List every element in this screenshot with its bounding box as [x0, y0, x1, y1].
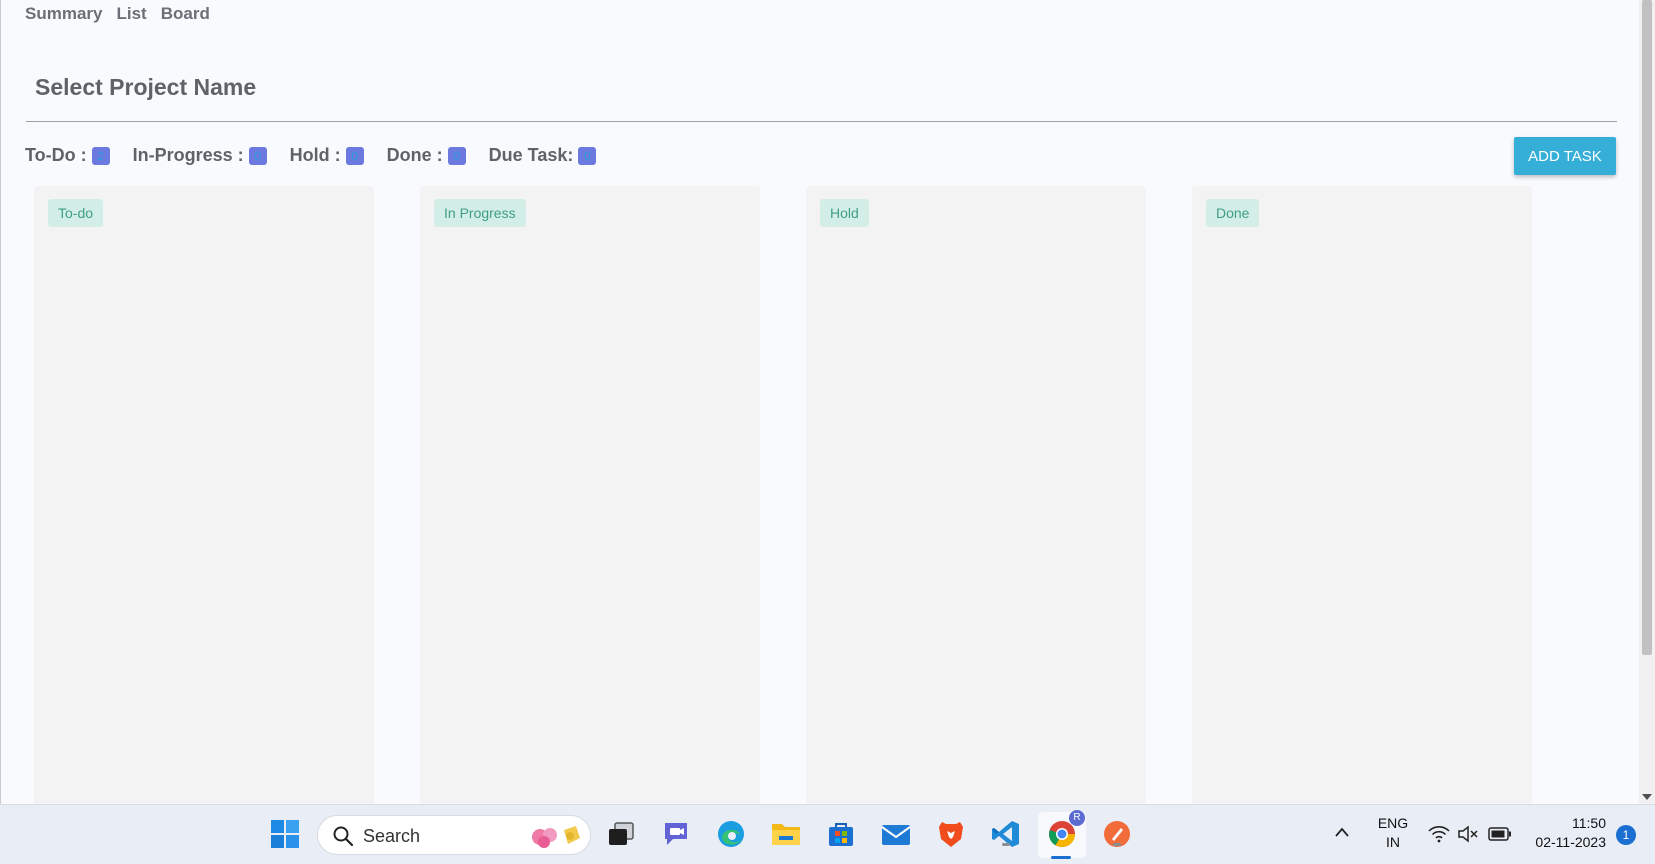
- edge-icon[interactable]: [714, 817, 748, 851]
- chrome-icon[interactable]: R: [1045, 810, 1085, 851]
- teams-chat-icon[interactable]: [659, 817, 693, 851]
- mail-icon[interactable]: [879, 817, 913, 851]
- windows-start-icon[interactable]: [268, 817, 302, 851]
- nav-summary[interactable]: Summary: [25, 4, 102, 24]
- show-hidden-icons-chevron-up-icon[interactable]: [1334, 825, 1350, 845]
- microsoft-store-icon[interactable]: [824, 817, 858, 851]
- column-todo[interactable]: To-do: [34, 186, 374, 804]
- column-hold[interactable]: Hold: [806, 186, 1146, 804]
- column-in-progress[interactable]: In Progress: [420, 186, 760, 804]
- project-select[interactable]: Select Project Name: [35, 74, 256, 101]
- stat-label: To-Do :: [25, 145, 87, 165]
- task-stats: To-Do : 2 In-Progress : 0 Hold : 0 Done …: [25, 145, 619, 166]
- running-indicator: [1113, 843, 1121, 846]
- brave-icon[interactable]: [934, 817, 968, 851]
- stat-label: In-Progress :: [132, 145, 244, 165]
- count-badge: 2: [91, 146, 110, 165]
- wifi-icon[interactable]: [1428, 825, 1450, 847]
- search-placeholder: Search: [363, 826, 421, 846]
- stat-label: Hold :: [289, 145, 341, 165]
- volume-muted-icon[interactable]: [1457, 825, 1479, 847]
- divider: [26, 121, 1617, 122]
- count-badge: 0: [447, 146, 466, 165]
- stat-in-progress: In-Progress : 0: [133, 145, 267, 166]
- stat-label: Done :: [386, 145, 443, 165]
- clock[interactable]: 11:50 02-11-2023: [1524, 815, 1606, 855]
- search-icon: [333, 826, 354, 847]
- vertical-scrollbar[interactable]: [1639, 0, 1655, 804]
- app-window: Summary List Board Select Project Name T…: [0, 0, 1639, 804]
- vscode-icon[interactable]: [989, 817, 1023, 851]
- postman-icon[interactable]: [1100, 817, 1134, 851]
- stat-label: Due Task:: [488, 145, 574, 165]
- taskbar-search[interactable]: Search: [317, 815, 591, 855]
- region-text: IN: [1386, 834, 1400, 850]
- task-view-icon[interactable]: [604, 817, 638, 851]
- view-nav: Summary List Board: [25, 4, 210, 24]
- active-app-indicator: [1051, 856, 1071, 859]
- column-label: To-do: [48, 199, 104, 227]
- date-text: 02-11-2023: [1535, 834, 1606, 850]
- time-text: 11:50: [1572, 815, 1606, 831]
- notification-badge[interactable]: 1: [1616, 825, 1636, 845]
- scroll-down-arrow-icon[interactable]: [1642, 794, 1652, 800]
- column-done[interactable]: Done: [1192, 186, 1532, 804]
- stat-hold: Hold : 0: [290, 145, 364, 166]
- count-badge: 0: [345, 146, 364, 165]
- stat-todo: To-Do : 2: [25, 145, 110, 166]
- add-task-button[interactable]: ADD TASK: [1514, 137, 1616, 175]
- file-explorer-icon[interactable]: [769, 817, 803, 851]
- scrollbar-thumb[interactable]: [1642, 0, 1652, 655]
- column-label: Done: [1206, 199, 1260, 227]
- battery-icon[interactable]: [1488, 827, 1512, 847]
- search-highlight-icon: [532, 826, 580, 848]
- nav-list[interactable]: List: [116, 4, 146, 24]
- stat-done: Done : 0: [387, 145, 466, 166]
- column-label: Hold: [820, 199, 869, 227]
- chrome-profile-badge: R: [1069, 810, 1085, 826]
- running-indicator: [1002, 843, 1010, 846]
- language-indicator[interactable]: ENG IN: [1376, 815, 1410, 855]
- stat-due-task: Due Task: 0: [489, 145, 597, 166]
- count-badge: 0: [248, 146, 267, 165]
- nav-board[interactable]: Board: [161, 4, 210, 24]
- taskbar: Search R ENG IN 11:50 02-11-2023 1: [0, 804, 1655, 864]
- count-badge: 0: [578, 146, 597, 165]
- language-text: ENG: [1377, 815, 1409, 831]
- column-label: In Progress: [434, 199, 526, 227]
